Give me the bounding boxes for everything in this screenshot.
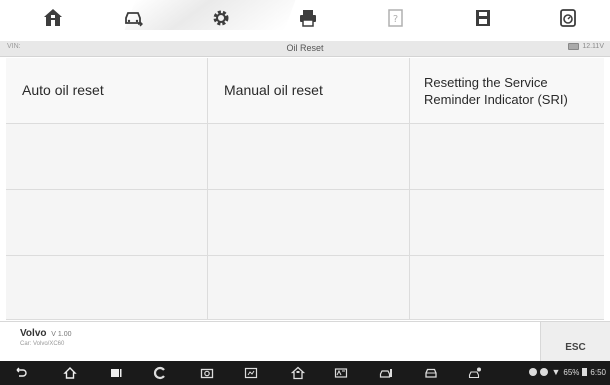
tpms-icon[interactable]	[467, 366, 483, 380]
empty-cell	[410, 124, 604, 190]
clock: 6:50	[590, 367, 606, 377]
battery-voltage-value: 12.11V	[582, 43, 604, 50]
home-nav-icon[interactable]	[62, 366, 78, 380]
auto-oil-reset-button[interactable]: Auto oil reset	[6, 58, 208, 124]
software-version: V 1.00	[51, 331, 72, 338]
save-icon[interactable]	[471, 6, 495, 30]
empty-cell	[410, 190, 604, 256]
autel-app-icon[interactable]	[152, 366, 168, 380]
vci-icon[interactable]	[333, 366, 349, 380]
empty-cell	[6, 256, 208, 320]
back-icon[interactable]	[12, 366, 28, 380]
empty-cell	[410, 256, 604, 320]
printer-icon[interactable]	[296, 6, 320, 30]
empty-cell	[208, 124, 410, 190]
gear-icon[interactable]	[209, 6, 233, 30]
screenshot-icon[interactable]	[243, 366, 259, 380]
vehicle-service-icon[interactable]	[378, 366, 394, 380]
empty-cell	[6, 190, 208, 256]
home-icon[interactable]	[41, 6, 65, 30]
empty-cell	[208, 256, 410, 320]
message-icon	[529, 368, 538, 376]
battery-voltage: 12.11V	[568, 43, 604, 50]
system-status: ▼ 65% 6:50	[529, 367, 606, 377]
vehicle-swap-icon[interactable]	[121, 6, 145, 30]
system-battery-icon	[582, 368, 588, 376]
android-nav-bar: ▼ 65% 6:50	[0, 361, 610, 385]
empty-cell	[6, 124, 208, 190]
svg-text:?: ?	[393, 14, 398, 25]
vehicle-brand-name: Volvo	[20, 328, 47, 339]
battery-percent: 65%	[563, 367, 580, 377]
page-title: Oil Reset	[286, 43, 324, 53]
vehicle-model: Car: Volvo/XC60	[20, 341, 65, 347]
footer-bar: Volvo V 1.00 Car: Volvo/XC60 ESC	[0, 321, 610, 362]
recent-apps-icon[interactable]	[108, 366, 124, 380]
battery-icon	[568, 43, 580, 50]
function-grid: Auto oil reset Manual oil reset Resettin…	[6, 58, 604, 320]
empty-cell	[208, 190, 410, 256]
esc-button[interactable]: ESC	[540, 322, 610, 362]
car-icon[interactable]	[423, 366, 439, 380]
top-toolbar: ?	[0, 0, 610, 37]
help-icon[interactable]: ?	[384, 6, 408, 30]
notification-icon	[540, 368, 549, 376]
vehicle-brand: Volvo V 1.00	[20, 328, 72, 339]
wifi-icon: ▼	[551, 367, 561, 377]
sri-reset-button[interactable]: Resetting the Service Reminder Indicator…	[410, 58, 604, 124]
data-logging-icon[interactable]	[556, 6, 580, 30]
camera-icon[interactable]	[199, 366, 215, 380]
manual-oil-reset-button[interactable]: Manual oil reset	[208, 58, 410, 124]
autel-home-icon[interactable]	[290, 366, 306, 380]
info-bar: VIN: Oil Reset 12.11V	[0, 41, 610, 57]
